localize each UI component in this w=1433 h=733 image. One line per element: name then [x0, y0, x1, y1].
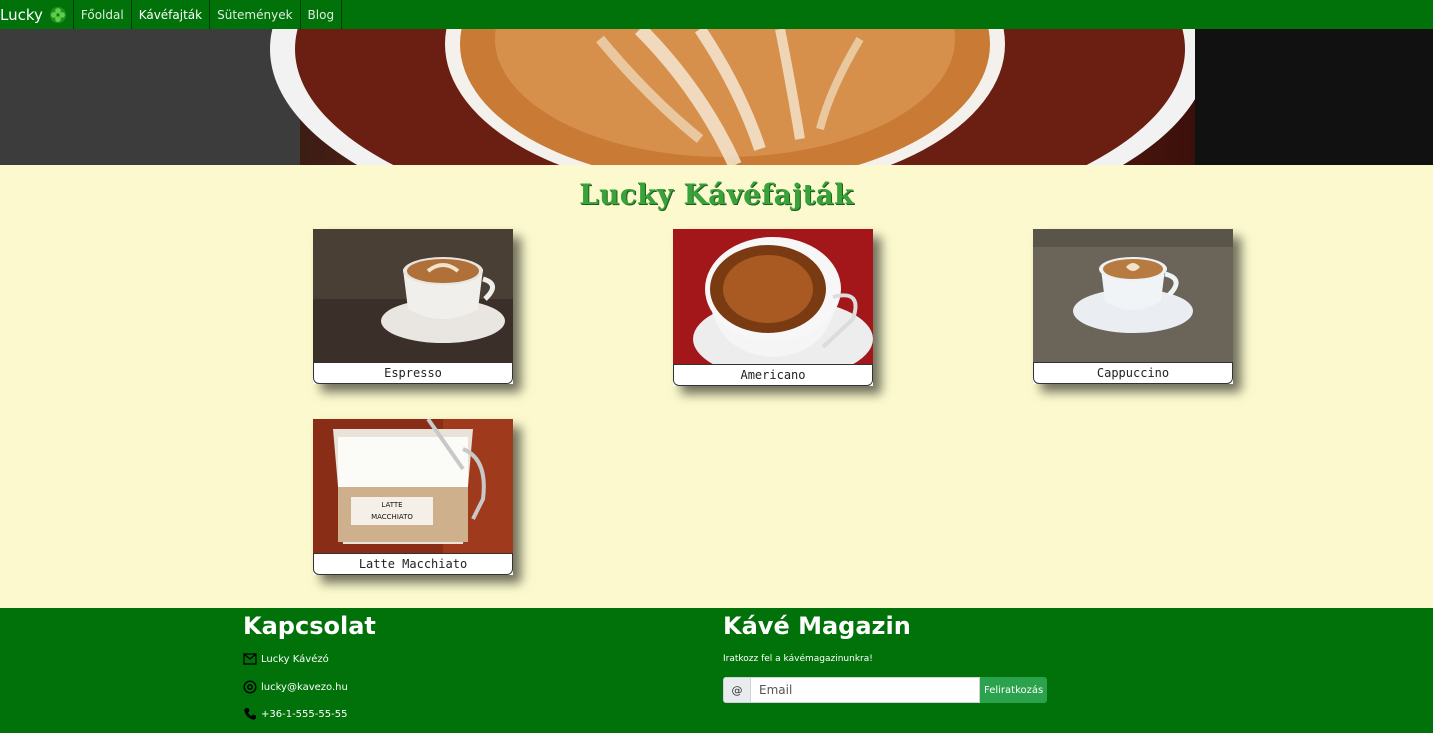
- page-title: Lucky Kávéfajták: [579, 178, 854, 211]
- clover-icon: [49, 6, 66, 23]
- nav-item-blog[interactable]: Blog: [301, 0, 343, 29]
- card-label: Latte Macchiato: [313, 553, 513, 575]
- contact-name-row: Lucky Kávézó: [243, 653, 329, 665]
- espresso-image: [313, 229, 513, 362]
- card-label: Cappuccino: [1033, 362, 1233, 384]
- card-label: Espresso: [313, 362, 513, 384]
- at-icon: [243, 680, 257, 694]
- contact-title: Kapcsolat: [243, 612, 376, 640]
- magazine-description: Iratkozz fel a kávémagazinunkra!: [723, 654, 873, 664]
- contact-name: Lucky Kávézó: [261, 653, 329, 665]
- brand-logo[interactable]: Lucky: [0, 0, 74, 29]
- subscribe-form: @ Email Feliratkozás: [723, 677, 1048, 703]
- contact-email[interactable]: lucky@kavezo.hu: [261, 682, 348, 693]
- nav-item-kavefajtak[interactable]: Kávéfajták: [132, 0, 211, 29]
- coffee-cup-hero-graphic: [0, 29, 1433, 165]
- email-input[interactable]: Email: [751, 677, 980, 703]
- nav-item-fooldal[interactable]: Főoldal: [74, 0, 132, 29]
- svg-text:MACCHIATO: MACCHIATO: [371, 513, 413, 521]
- coffee-card-latte-macchiato[interactable]: LATTE MACCHIATO Latte Macchiato: [313, 419, 513, 575]
- svg-text:LATTE: LATTE: [381, 501, 402, 509]
- card-label: Americano: [673, 364, 873, 386]
- americano-image: [673, 229, 873, 364]
- coffee-card-espresso[interactable]: Espresso: [313, 229, 513, 384]
- cappuccino-image: [1033, 229, 1233, 362]
- brand-name: Lucky: [0, 5, 43, 24]
- coffee-card-cappuccino[interactable]: Cappuccino: [1033, 229, 1233, 384]
- email-prefix-at: @: [723, 677, 751, 703]
- coffee-card-americano[interactable]: Americano: [673, 229, 873, 386]
- contact-phone[interactable]: +36-1-555-55-55: [261, 709, 347, 720]
- magazine-title: Kávé Magazin: [723, 612, 911, 640]
- envelope-icon: [243, 653, 257, 665]
- top-navbar: Lucky Főoldal Kávéfajták Sütemények Blog: [0, 0, 1433, 29]
- contact-phone-row: +36-1-555-55-55: [243, 707, 347, 721]
- nav-item-sutemenyek[interactable]: Sütemények: [210, 0, 301, 29]
- footer: Kapcsolat Lucky Kávézó lucky@kavezo.hu +…: [0, 608, 1433, 733]
- contact-email-row: lucky@kavezo.hu: [243, 680, 348, 694]
- hero-banner-image: [0, 29, 1433, 165]
- subscribe-button[interactable]: Feliratkozás: [980, 677, 1048, 703]
- phone-icon: [244, 708, 256, 720]
- latte-macchiato-image: LATTE MACCHIATO: [313, 419, 513, 553]
